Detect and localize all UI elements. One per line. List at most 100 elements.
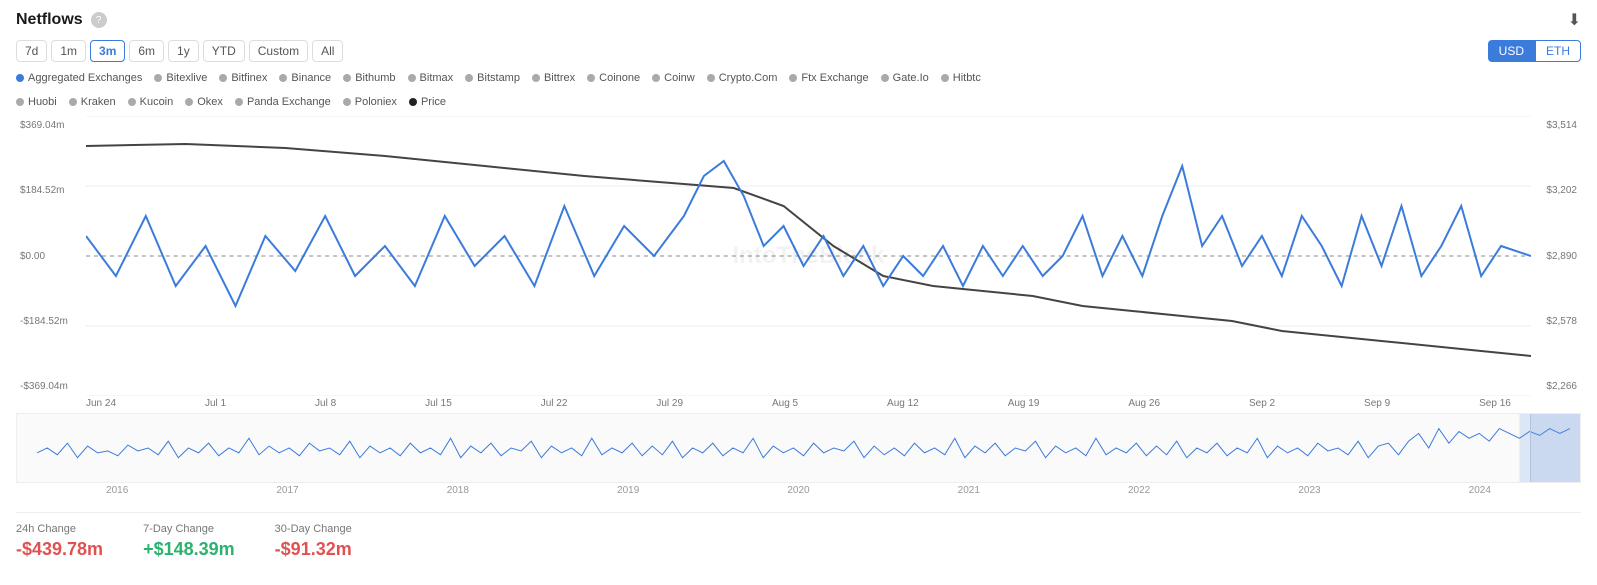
y-label-2: $184.52m xyxy=(20,185,82,196)
legend-price[interactable]: Price xyxy=(409,96,446,108)
legend-huobi[interactable]: Huobi xyxy=(16,96,57,108)
legend-label-bitfinex: Bitfinex xyxy=(231,72,267,84)
legend-label-ftx: Ftx Exchange xyxy=(801,72,868,84)
legend-label-coinw: Coinw xyxy=(664,72,695,84)
currency-buttons: USD ETH xyxy=(1488,40,1581,62)
legend-bitmax[interactable]: Bitmax xyxy=(408,72,454,84)
x-label-aug12: Aug 12 xyxy=(887,398,919,409)
legend-hitbtc[interactable]: Hitbtc xyxy=(941,72,981,84)
legend-label-bittrex: Bittrex xyxy=(544,72,575,84)
legend-cryptocom[interactable]: Crypto.Com xyxy=(707,72,778,84)
stat-7d-value: +$148.39m xyxy=(143,539,235,560)
stat-30d-value: -$91.32m xyxy=(275,539,352,560)
legend-label-bitstamp: Bitstamp xyxy=(477,72,520,84)
legend-binance[interactable]: Binance xyxy=(279,72,331,84)
legend-dot-bitstamp xyxy=(465,74,473,82)
legend-label-panda: Panda Exchange xyxy=(247,96,331,108)
time-btn-7d[interactable]: 7d xyxy=(16,40,47,62)
legend-dot-kraken xyxy=(69,98,77,106)
x-label-aug26: Aug 26 xyxy=(1128,398,1160,409)
legend-label-bitexlive: Bitexlive xyxy=(166,72,207,84)
legend-bithumb[interactable]: Bithumb xyxy=(343,72,395,84)
mini-chart[interactable] xyxy=(16,413,1581,483)
x-label-aug5: Aug 5 xyxy=(772,398,798,409)
time-btn-custom[interactable]: Custom xyxy=(249,40,308,62)
time-btn-3m[interactable]: 3m xyxy=(90,40,125,62)
legend-label-kucoin: Kucoin xyxy=(140,96,174,108)
currency-btn-usd[interactable]: USD xyxy=(1488,40,1535,62)
legend-dot-panda xyxy=(235,98,243,106)
time-btn-1m[interactable]: 1m xyxy=(51,40,86,62)
legend-bitfinex[interactable]: Bitfinex xyxy=(219,72,267,84)
legend-label-hitbtc: Hitbtc xyxy=(953,72,981,84)
legend-panda[interactable]: Panda Exchange xyxy=(235,96,331,108)
chart-svg xyxy=(86,116,1531,396)
legend-label-coinone: Coinone xyxy=(599,72,640,84)
year-2018: 2018 xyxy=(447,485,469,496)
legend-aggregated[interactable]: Aggregated Exchanges xyxy=(16,72,142,84)
legend-dot-aggregated xyxy=(16,74,24,82)
page-title: Netflows xyxy=(16,11,83,29)
legend-label-kraken: Kraken xyxy=(81,96,116,108)
time-btn-ytd[interactable]: YTD xyxy=(203,40,245,62)
legend-dot-binance xyxy=(279,74,287,82)
legend-bitexlive[interactable]: Bitexlive xyxy=(154,72,207,84)
x-label-aug19: Aug 19 xyxy=(1008,398,1040,409)
legend-dot-bithumb xyxy=(343,74,351,82)
legend-label-okex: Okex xyxy=(197,96,223,108)
time-btn-all[interactable]: All xyxy=(312,40,343,62)
legend-dot-okex xyxy=(185,98,193,106)
legend-label-poloniex: Poloniex xyxy=(355,96,397,108)
legend-kucoin[interactable]: Kucoin xyxy=(128,96,174,108)
x-label-jul1: Jul 1 xyxy=(205,398,226,409)
legend-label-bitmax: Bitmax xyxy=(420,72,454,84)
legend-dot-ftx xyxy=(789,74,797,82)
y-axis-right: $3,514 $3,202 $2,890 $2,578 $2,266 xyxy=(1531,116,1581,396)
year-2022: 2022 xyxy=(1128,485,1150,496)
legend-dot-bittrex xyxy=(532,74,540,82)
legend-coinw[interactable]: Coinw xyxy=(652,72,695,84)
chart-legend: Aggregated Exchanges Bitexlive Bitfinex … xyxy=(16,72,1581,108)
stat-7d: 7-Day Change +$148.39m xyxy=(143,523,235,560)
legend-okex[interactable]: Okex xyxy=(185,96,223,108)
download-icon[interactable]: ⬇ xyxy=(1568,10,1581,30)
currency-btn-eth[interactable]: ETH xyxy=(1535,40,1581,62)
time-buttons: 7d 1m 3m 6m 1y YTD Custom All xyxy=(16,40,343,62)
time-btn-1y[interactable]: 1y xyxy=(168,40,199,62)
legend-dot-coinw xyxy=(652,74,660,82)
mini-scroll-bar[interactable] xyxy=(1530,414,1580,482)
legend-label-price: Price xyxy=(421,96,446,108)
legend-dot-coinone xyxy=(587,74,595,82)
legend-dot-price xyxy=(409,98,417,106)
legend-dot-kucoin xyxy=(128,98,136,106)
help-icon[interactable]: ? xyxy=(91,12,107,28)
year-2019: 2019 xyxy=(617,485,639,496)
legend-ftx[interactable]: Ftx Exchange xyxy=(789,72,868,84)
x-label-sep16: Sep 16 xyxy=(1479,398,1511,409)
legend-dot-cryptocom xyxy=(707,74,715,82)
year-2017: 2017 xyxy=(276,485,298,496)
legend-dot-bitfinex xyxy=(219,74,227,82)
x-label-jul15: Jul 15 xyxy=(425,398,452,409)
y-right-label-4: $2,578 xyxy=(1535,316,1577,327)
year-2016: 2016 xyxy=(106,485,128,496)
stat-24h-label: 24h Change xyxy=(16,523,103,535)
x-label-sep2: Sep 2 xyxy=(1249,398,1275,409)
legend-coinone[interactable]: Coinone xyxy=(587,72,640,84)
legend-bittrex[interactable]: Bittrex xyxy=(532,72,575,84)
y-axis-left: $369.04m $184.52m $0.00 -$184.52m -$369.… xyxy=(16,116,86,396)
year-2020: 2020 xyxy=(787,485,809,496)
legend-bitstamp[interactable]: Bitstamp xyxy=(465,72,520,84)
stat-30d-label: 30-Day Change xyxy=(275,523,352,535)
time-btn-6m[interactable]: 6m xyxy=(129,40,164,62)
x-label-jul8: Jul 8 xyxy=(315,398,336,409)
stat-30d: 30-Day Change -$91.32m xyxy=(275,523,352,560)
legend-kraken[interactable]: Kraken xyxy=(69,96,116,108)
mini-chart-labels: 2016 2017 2018 2019 2020 2021 2022 2023 … xyxy=(16,483,1581,498)
legend-dot-huobi xyxy=(16,98,24,106)
legend-gateio[interactable]: Gate.Io xyxy=(881,72,929,84)
x-label-sep9: Sep 9 xyxy=(1364,398,1390,409)
x-label-jun24: Jun 24 xyxy=(86,398,116,409)
chart-svg-area[interactable]: IntoTheBlock xyxy=(86,116,1531,396)
legend-poloniex[interactable]: Poloniex xyxy=(343,96,397,108)
